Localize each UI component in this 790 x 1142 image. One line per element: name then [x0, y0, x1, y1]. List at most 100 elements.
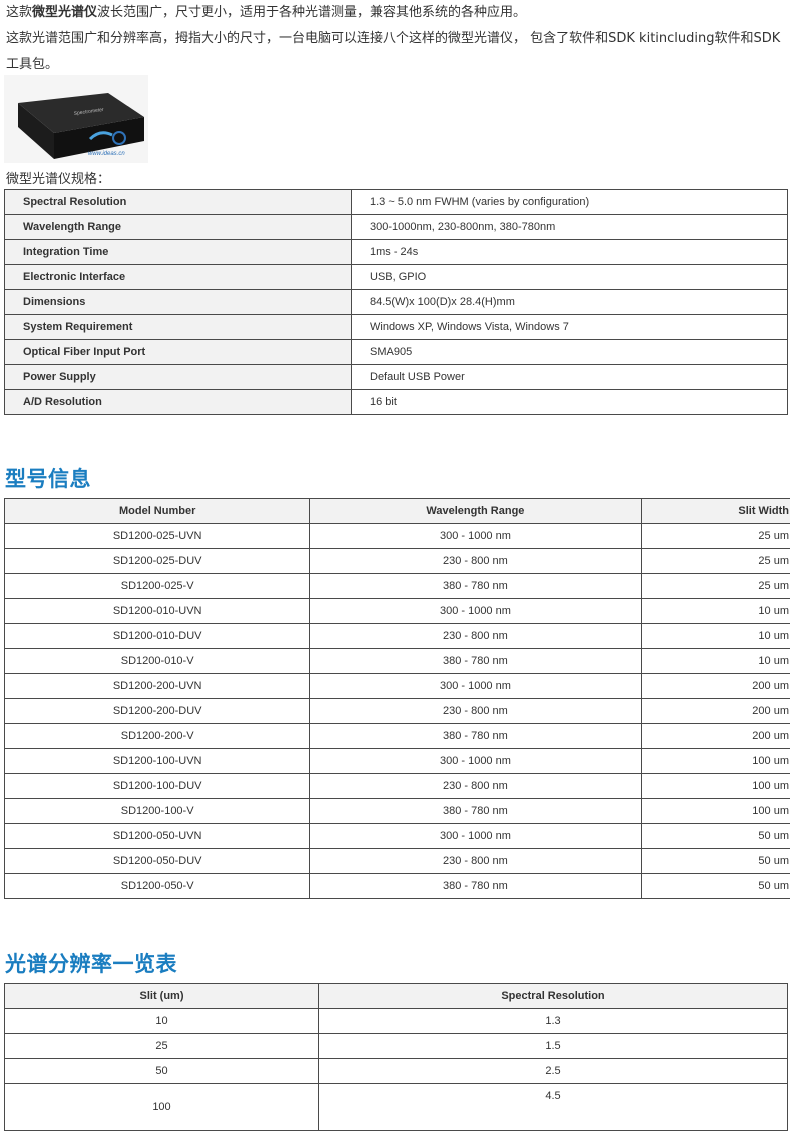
wavelength-range-cell: 300 - 1000 nm	[309, 598, 642, 624]
models-heading: 型号信息	[5, 467, 91, 491]
spec-value: 300-1000nm, 230-800nm, 380-780nm	[351, 214, 788, 240]
table-row: SD1200-100-DUV 230 - 800 nm 100 um	[3, 773, 790, 799]
table-row: 10 1.3	[4, 1008, 788, 1034]
spec-caption: 微型光谱仪规格：	[6, 172, 111, 187]
model-number-cell: SD1200-100-UVN	[3, 748, 311, 774]
column-header: Wavelength Range	[309, 498, 642, 524]
table-row: SD1200-100-V 380 - 780 nm 100 um	[3, 798, 790, 824]
column-header: Spectral Resolution	[318, 983, 788, 1009]
table-row: 100 4.5	[4, 1083, 788, 1131]
slit-cell: 25	[4, 1033, 319, 1059]
column-header: Slit (um)	[4, 983, 319, 1009]
resolution-table: Slit (um) Spectral Resolution 10 1.3 25 1.…	[4, 983, 788, 1131]
table-row: SD1200-010-UVN 300 - 1000 nm 10 um	[3, 598, 790, 624]
model-number-cell: SD1200-010-V	[3, 648, 311, 674]
column-header: Model Number	[3, 498, 311, 524]
table-row: SD1200-050-V 380 - 780 nm 50 um	[3, 873, 790, 899]
table-row: Optical Fiber Input Port SMA905	[4, 339, 788, 365]
table-row: Wavelength Range 300-1000nm, 230-800nm, 3…	[4, 214, 788, 240]
table-header-row: Slit (um) Spectral Resolution	[4, 983, 788, 1009]
slit-width-cell: 200 um	[640, 673, 790, 699]
slit-width-cell: 50 um	[640, 823, 790, 849]
spec-key: A/D Resolution	[4, 389, 352, 415]
spec-key: Dimensions	[4, 289, 352, 315]
intro-text: 这款微型光谱仪波长范围广，尺寸更小，适用于各种光谱测量，兼容其他系统的各种应用。…	[6, 0, 788, 78]
wavelength-range-cell: 230 - 800 nm	[309, 548, 642, 574]
table-row: SD1200-200-V 380 - 780 nm 200 um	[3, 723, 790, 749]
product-photo: Spectrometer www.ideas.cn	[4, 75, 148, 163]
table-row: 50 2.5	[4, 1058, 788, 1084]
slit-width-cell: 10 um	[640, 623, 790, 649]
model-number-cell: SD1200-010-DUV	[3, 623, 311, 649]
model-number-cell: SD1200-025-DUV	[3, 548, 311, 574]
spec-value: 16 bit	[351, 389, 788, 415]
wavelength-range-cell: 300 - 1000 nm	[309, 673, 642, 699]
wavelength-range-cell: 300 - 1000 nm	[309, 523, 642, 549]
table-row: SD1200-025-V 380 - 780 nm 25 um	[3, 573, 790, 599]
spec-value: SMA905	[351, 339, 788, 365]
table-row: SD1200-050-DUV 230 - 800 nm 50 um	[3, 848, 790, 874]
spec-key: System Requirement	[4, 314, 352, 340]
table-row: SD1200-010-V 380 - 780 nm 10 um	[3, 648, 790, 674]
table-row: SD1200-025-DUV 230 - 800 nm 25 um	[3, 548, 790, 574]
resolution-cell: 1.3	[318, 1008, 788, 1034]
wavelength-range-cell: 380 - 780 nm	[309, 873, 642, 899]
model-number-cell: SD1200-050-DUV	[3, 848, 311, 874]
resolution-cell: 2.5	[318, 1058, 788, 1084]
slit-cell: 100	[4, 1083, 319, 1131]
intro-line-2: 这款光谱范围广和分辨率高，拇指大小的尺寸，一台电脑可以连接八个这样的微型光谱仪，…	[6, 31, 781, 72]
spec-value: 84.5(W)x 100(D)x 28.4(H)mm	[351, 289, 788, 315]
wavelength-range-cell: 380 - 780 nm	[309, 648, 642, 674]
table-row: SD1200-025-UVN 300 - 1000 nm 25 um	[3, 523, 790, 549]
slit-width-cell: 25 um	[640, 523, 790, 549]
spec-value: 1.3 ~ 5.0 nm FWHM (varies by configurati…	[351, 189, 788, 215]
resolution-cell: 1.5	[318, 1033, 788, 1059]
model-number-cell: SD1200-100-V	[3, 798, 311, 824]
slit-width-cell: 100 um	[640, 798, 790, 824]
table-row: System Requirement Windows XP, Windows Vi…	[4, 314, 788, 340]
table-row: SD1200-200-DUV 230 - 800 nm 200 um	[3, 698, 790, 724]
column-header: Slit Width	[640, 498, 790, 524]
model-number-cell: SD1200-050-V	[3, 873, 311, 899]
table-row: Spectral Resolution 1.3 ~ 5.0 nm FWHM (va…	[4, 189, 788, 215]
resolution-heading: 光谱分辨率一览表	[5, 952, 177, 976]
spectrometer-image: Spectrometer www.ideas.cn	[4, 75, 148, 163]
model-number-cell: SD1200-050-UVN	[3, 823, 311, 849]
wavelength-range-cell: 380 - 780 nm	[309, 573, 642, 599]
resolution-cell: 4.5	[318, 1083, 788, 1131]
slit-width-cell: 10 um	[640, 648, 790, 674]
spec-key: Electronic Interface	[4, 264, 352, 290]
model-number-cell: SD1200-200-V	[3, 723, 311, 749]
model-number-cell: SD1200-025-V	[3, 573, 311, 599]
wavelength-range-cell: 300 - 1000 nm	[309, 748, 642, 774]
table-row: Dimensions 84.5(W)x 100(D)x 28.4(H)mm	[4, 289, 788, 315]
spec-value: 1ms - 24s	[351, 239, 788, 265]
table-row: Electronic Interface USB, GPIO	[4, 264, 788, 290]
models-table: Model Number Wavelength Range Slit Width…	[3, 498, 790, 899]
table-row: SD1200-010-DUV 230 - 800 nm 10 um	[3, 623, 790, 649]
spec-key: Wavelength Range	[4, 214, 352, 240]
slit-width-cell: 50 um	[640, 873, 790, 899]
table-row: 25 1.5	[4, 1033, 788, 1059]
spec-key: Integration Time	[4, 239, 352, 265]
spec-value: USB, GPIO	[351, 264, 788, 290]
wavelength-range-cell: 230 - 800 nm	[309, 773, 642, 799]
slit-width-cell: 25 um	[640, 548, 790, 574]
slit-cell: 10	[4, 1008, 319, 1034]
spec-key: Optical Fiber Input Port	[4, 339, 352, 365]
spec-key: Power Supply	[4, 364, 352, 390]
slit-width-cell: 25 um	[640, 573, 790, 599]
slit-width-cell: 200 um	[640, 723, 790, 749]
table-row: SD1200-200-UVN 300 - 1000 nm 200 um	[3, 673, 790, 699]
wavelength-range-cell: 380 - 780 nm	[309, 723, 642, 749]
model-number-cell: SD1200-025-UVN	[3, 523, 311, 549]
slit-width-cell: 200 um	[640, 698, 790, 724]
slit-width-cell: 10 um	[640, 598, 790, 624]
table-row: Power Supply Default USB Power	[4, 364, 788, 390]
slit-width-cell: 50 um	[640, 848, 790, 874]
table-row: A/D Resolution 16 bit	[4, 389, 788, 415]
table-row: SD1200-100-UVN 300 - 1000 nm 100 um	[3, 748, 790, 774]
slit-cell: 50	[4, 1058, 319, 1084]
table-row: SD1200-050-UVN 300 - 1000 nm 50 um	[3, 823, 790, 849]
spec-value: Default USB Power	[351, 364, 788, 390]
